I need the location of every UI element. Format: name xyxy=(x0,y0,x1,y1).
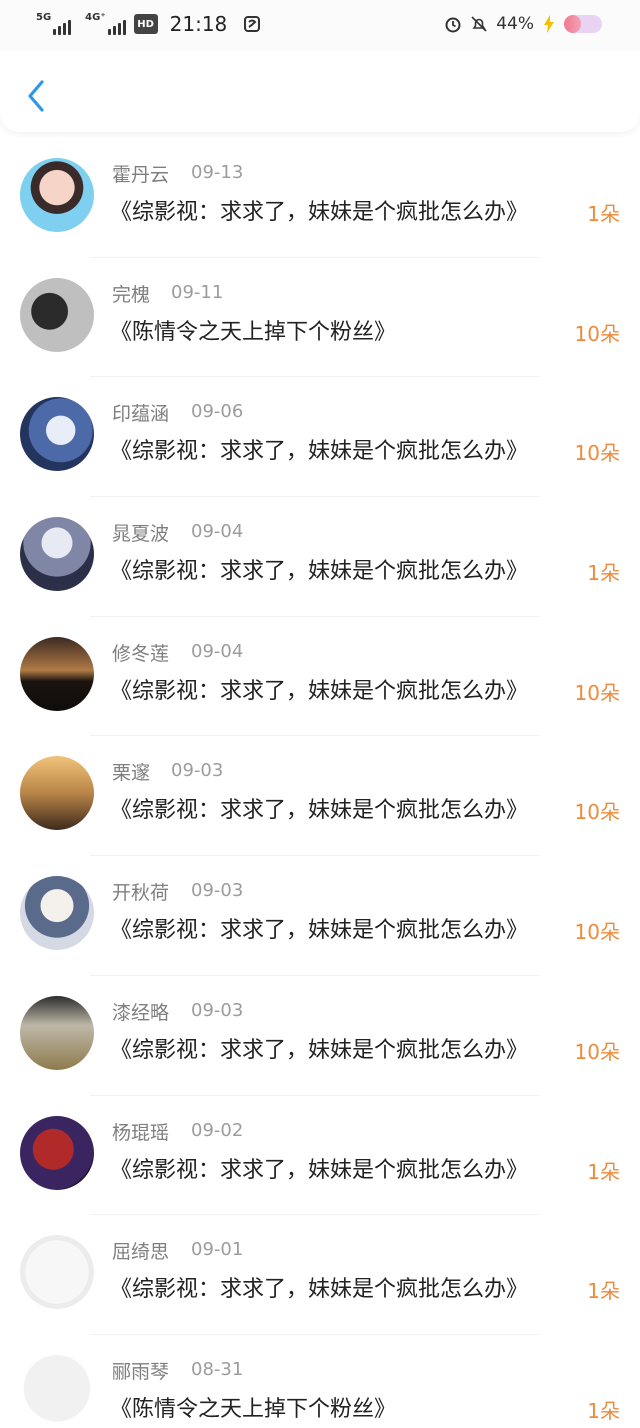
book-title[interactable]: 《综影视：求求了，妹妹是个疯批怎么办》 xyxy=(110,673,528,705)
flower-amount: 10朵 xyxy=(574,800,620,825)
avatar[interactable] xyxy=(20,876,94,951)
avatar[interactable] xyxy=(20,1235,94,1310)
record-date: 09-01 xyxy=(191,1239,244,1261)
alarm-clock-icon xyxy=(445,17,461,33)
hd-voice-icon: HD xyxy=(133,14,158,34)
user-name: 屈绮思 xyxy=(112,1241,170,1264)
user-name: 开秋荷 xyxy=(112,882,170,905)
book-title[interactable]: 《综影视：求求了，妹妹是个疯批怎么办》 xyxy=(110,433,528,465)
battery-percent: 44% xyxy=(496,14,534,34)
gift-record-list: 霍丹云 09-13 《综影视：求求了，妹妹是个疯批怎么办》 1朵 完槐 09-11 《陈情令… xyxy=(0,138,640,1428)
record-date: 09-03 xyxy=(191,880,244,902)
signal-5g-label: 5G xyxy=(36,12,52,23)
flower-amount: 10朵 xyxy=(574,920,620,945)
book-title[interactable]: 《综影视：求求了，妹妹是个疯批怎么办》 xyxy=(110,194,528,226)
user-name: 晁夏波 xyxy=(112,523,170,546)
record-date: 09-11 xyxy=(171,281,224,303)
book-title[interactable]: 《综影视：求求了，妹妹是个疯批怎么办》 xyxy=(110,1271,528,1303)
signal-4g-label: 4G⁺ xyxy=(85,12,106,23)
avatar[interactable] xyxy=(20,995,94,1070)
flower-amount: 10朵 xyxy=(574,321,620,346)
flower-amount: 1朵 xyxy=(587,202,620,226)
user-name: 修冬莲 xyxy=(112,642,170,665)
book-title[interactable]: 《综影视：求求了，妹妹是个疯批怎么办》 xyxy=(110,1032,528,1064)
user-name: 印蕴涵 xyxy=(112,403,170,426)
nav-bar xyxy=(0,50,640,132)
record-row[interactable]: 屈绮思 09-01 《综影视：求求了，妹妹是个疯批怎么办》 1朵 xyxy=(0,1215,640,1335)
flower-amount: 10朵 xyxy=(574,680,620,705)
app-notification-icon xyxy=(244,16,261,32)
record-row[interactable]: 印蕴涵 09-06 《综影视：求求了，妹妹是个疯批怎么办》 10朵 xyxy=(0,377,640,497)
record-row[interactable]: 开秋荷 09-03 《综影视：求求了，妹妹是个疯批怎么办》 10朵 xyxy=(0,856,640,976)
chevron-left-icon xyxy=(28,80,44,112)
book-title[interactable]: 《陈情令之天上掉下个粉丝》 xyxy=(110,314,396,346)
status-left: 5G 4G⁺ HD 21:18 xyxy=(36,12,261,36)
record-date: 09-02 xyxy=(191,1119,244,1141)
avatar[interactable] xyxy=(20,756,94,831)
avatar[interactable] xyxy=(20,158,94,232)
status-right: 44% xyxy=(444,14,602,34)
record-row[interactable]: 杨琨瑶 09-02 《综影视：求求了，妹妹是个疯批怎么办》 1朵 xyxy=(0,1096,640,1216)
user-name: 杨琨瑶 xyxy=(112,1121,170,1144)
flower-amount: 1朵 xyxy=(587,1159,620,1184)
book-title[interactable]: 《综影视：求求了，妹妹是个疯批怎么办》 xyxy=(110,553,528,585)
clock-time: 21:18 xyxy=(169,12,228,36)
flower-amount: 1朵 xyxy=(587,1398,620,1423)
bell-muted-icon xyxy=(471,16,487,32)
avatar[interactable] xyxy=(20,636,94,711)
record-row[interactable]: 完槐 09-11 《陈情令之天上掉下个粉丝》 10朵 xyxy=(0,258,640,378)
record-row[interactable]: 霍丹云 09-13 《综影视：求求了，妹妹是个疯批怎么办》 1朵 xyxy=(0,138,640,258)
record-date: 09-06 xyxy=(191,401,244,423)
record-date: 09-13 xyxy=(191,162,244,183)
battery-icon xyxy=(564,15,602,33)
avatar[interactable] xyxy=(20,517,94,592)
user-name: 郦雨琴 xyxy=(112,1360,170,1383)
flower-amount: 1朵 xyxy=(587,1279,620,1304)
user-name: 漆经略 xyxy=(112,1001,170,1024)
hd-label: HD xyxy=(137,18,154,30)
avatar[interactable] xyxy=(20,1354,94,1428)
avatar[interactable] xyxy=(20,397,94,472)
user-name: 完槐 xyxy=(112,283,151,306)
record-date: 09-03 xyxy=(191,999,244,1021)
book-title[interactable]: 《综影视：求求了，妹妹是个疯批怎么办》 xyxy=(110,792,528,824)
status-bar: 5G 4G⁺ HD 21:18 44% xyxy=(0,0,640,50)
flower-amount: 10朵 xyxy=(574,1039,620,1064)
user-name: 霍丹云 xyxy=(112,164,170,186)
record-date: 08-31 xyxy=(191,1358,244,1380)
record-row[interactable]: 郦雨琴 08-31 《陈情令之天上掉下个粉丝》 1朵 xyxy=(0,1335,640,1428)
record-row[interactable]: 修冬莲 09-04 《综影视：求求了，妹妹是个疯批怎么办》 10朵 xyxy=(0,617,640,737)
record-date: 09-03 xyxy=(171,760,224,782)
user-name: 栗邃 xyxy=(112,762,151,785)
record-date: 09-04 xyxy=(191,640,244,662)
avatar[interactable] xyxy=(20,277,94,352)
charging-bolt-icon xyxy=(544,15,554,33)
avatar[interactable] xyxy=(20,1115,94,1190)
record-row[interactable]: 漆经略 09-03 《综影视：求求了，妹妹是个疯批怎么办》 10朵 xyxy=(0,976,640,1096)
record-row[interactable]: 晁夏波 09-04 《综影视：求求了，妹妹是个疯批怎么办》 1朵 xyxy=(0,497,640,617)
back-button[interactable] xyxy=(18,78,54,114)
battery-fill xyxy=(564,15,581,33)
book-title[interactable]: 《综影视：求求了，妹妹是个疯批怎么办》 xyxy=(110,1152,528,1184)
book-title[interactable]: 《陈情令之天上掉下个粉丝》 xyxy=(110,1391,396,1423)
record-date: 09-04 xyxy=(191,521,244,543)
flower-amount: 10朵 xyxy=(574,441,620,466)
signal-4g-icon: 4G⁺ xyxy=(85,12,126,35)
record-row[interactable]: 栗邃 09-03 《综影视：求求了，妹妹是个疯批怎么办》 10朵 xyxy=(0,736,640,856)
flower-amount: 1朵 xyxy=(587,561,620,586)
signal-5g-icon: 5G xyxy=(36,12,72,35)
book-title[interactable]: 《综影视：求求了，妹妹是个疯批怎么办》 xyxy=(110,912,528,944)
